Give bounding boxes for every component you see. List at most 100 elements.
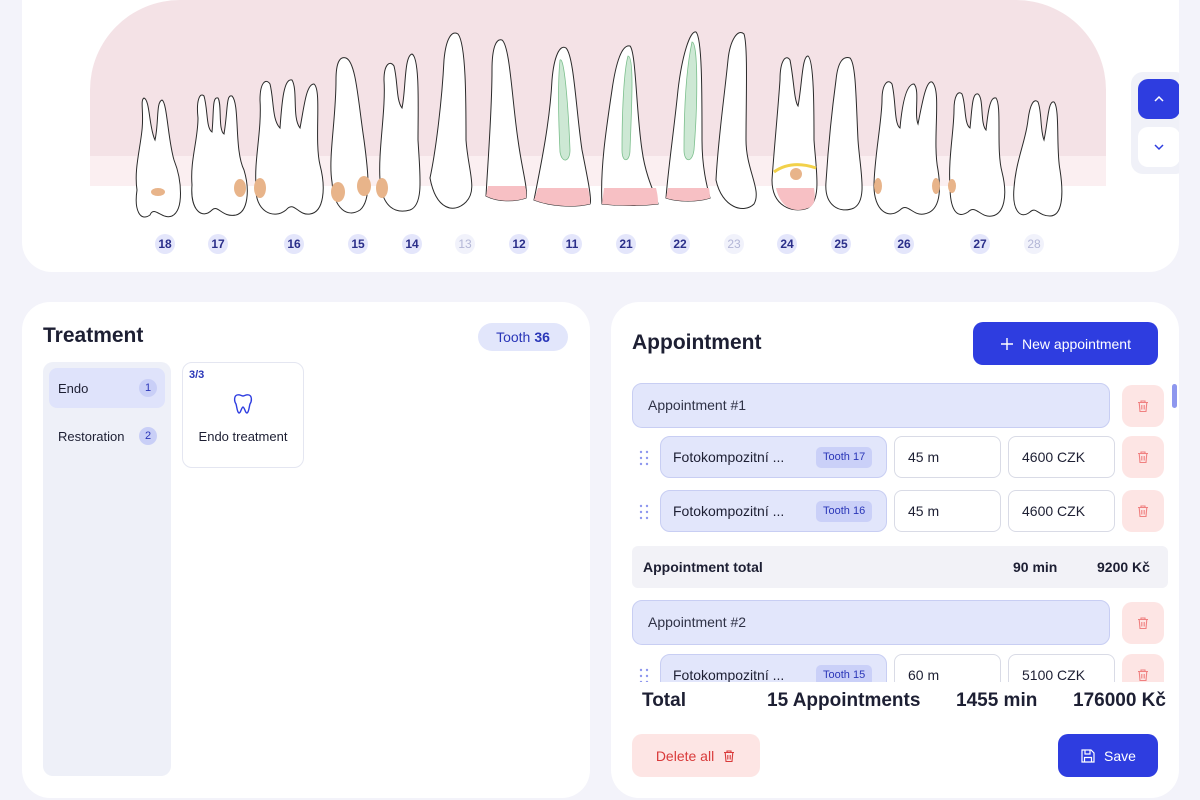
delete-appointment-button[interactable] xyxy=(1122,385,1164,427)
service-name: Fotokompozitní ... xyxy=(673,667,785,682)
duration-field[interactable]: 45 m xyxy=(894,436,1001,478)
trash-icon xyxy=(1138,669,1148,682)
treatment-category-list: Endo 1 Restoration 2 xyxy=(43,362,171,776)
trash-icon xyxy=(1138,451,1148,464)
new-appointment-button[interactable]: New appointment xyxy=(973,322,1158,365)
appointment-list-scrollbar[interactable] xyxy=(1172,384,1177,408)
dental-chart-panel: 18 17 16 15 14 13 12 11 21 22 23 24 25 26 27 28 xyxy=(22,0,1179,272)
appointment-subtotal-row: Appointment total 90 min 9200 Kč xyxy=(632,546,1168,588)
tooth-number-13[interactable]: 13 xyxy=(455,234,475,254)
tooth-26 xyxy=(873,81,940,215)
total-duration: 1455 min xyxy=(956,690,1038,711)
category-item-endo[interactable]: Endo 1 xyxy=(49,368,165,408)
total-label: Total xyxy=(642,690,686,711)
plus-icon xyxy=(1001,337,1014,350)
delete-item-button[interactable] xyxy=(1122,436,1164,478)
chevron-down-icon xyxy=(1154,144,1164,151)
category-label: Endo xyxy=(58,380,89,396)
delete-item-button[interactable] xyxy=(1122,490,1164,532)
chevron-up-icon xyxy=(1154,95,1164,102)
save-label: Save xyxy=(1104,747,1136,764)
tooth-number-21[interactable]: 21 xyxy=(616,234,636,254)
tooth-12 xyxy=(485,39,527,202)
trash-icon xyxy=(1138,400,1148,413)
appointment-header[interactable]: Appointment #2 xyxy=(632,600,1110,645)
tooth-number-17[interactable]: 17 xyxy=(208,234,228,254)
tooth-number-11[interactable]: 11 xyxy=(562,234,582,254)
subtotal-price: 9200 Kč xyxy=(1097,559,1150,575)
trash-icon xyxy=(1138,505,1148,518)
total-appointments: 15 Appointments xyxy=(767,690,921,711)
price-field[interactable]: 4600 CZK xyxy=(1008,490,1115,532)
trash-icon xyxy=(1138,617,1148,630)
service-tooth-badge: Tooth 17 xyxy=(816,447,873,468)
tooth-number-23[interactable]: 23 xyxy=(724,234,744,254)
tooth-badge-label: Tooth xyxy=(496,329,531,345)
tooth-24 xyxy=(771,55,818,211)
treatment-card-label: Endo treatment xyxy=(198,429,288,444)
category-item-restoration[interactable]: Restoration 2 xyxy=(49,416,165,456)
duration-field[interactable]: 60 m xyxy=(894,654,1001,682)
tooth-number-26[interactable]: 26 xyxy=(894,234,914,254)
tooth-number-27[interactable]: 27 xyxy=(970,234,990,254)
service-tooth-badge: Tooth 16 xyxy=(816,501,873,522)
grand-total-row: Total 15 Appointments 1455 min 176000 Kč xyxy=(611,688,1179,718)
tooth-number-28[interactable]: 28 xyxy=(1024,234,1044,254)
total-price: 176000 Kč xyxy=(1073,690,1166,711)
tooth-number-16[interactable]: 16 xyxy=(284,234,304,254)
service-pill[interactable]: Fotokompozitní ... Tooth 17 xyxy=(660,436,887,478)
tooth-icon xyxy=(233,394,253,414)
delete-all-label: Delete all xyxy=(655,747,715,764)
drag-handle-icon[interactable] xyxy=(639,668,649,682)
tooth-number-12[interactable]: 12 xyxy=(509,234,529,254)
drag-handle-icon[interactable] xyxy=(639,450,649,466)
tooth-13 xyxy=(429,32,473,209)
tooth-23 xyxy=(715,32,757,209)
tooth-16 xyxy=(255,79,324,215)
save-button[interactable]: Save xyxy=(1058,734,1158,777)
arch-down-button[interactable] xyxy=(1138,127,1179,167)
tooth-number-14[interactable]: 14 xyxy=(402,234,422,254)
delete-item-button[interactable] xyxy=(1122,654,1164,682)
service-pill[interactable]: Fotokompozitní ... Tooth 15 xyxy=(660,654,887,682)
category-count: 2 xyxy=(139,427,157,445)
arch-switch xyxy=(1131,72,1179,174)
tooth-number-25[interactable]: 25 xyxy=(831,234,851,254)
arch-up-button[interactable] xyxy=(1138,79,1179,119)
treatment-card-endo[interactable]: 3/3 Endo treatment xyxy=(182,362,304,468)
tooth-number-18[interactable]: 18 xyxy=(155,234,175,254)
delete-appointment-button[interactable] xyxy=(1122,602,1164,644)
appointment-list[interactable]: Appointment #1 Fotokompozitní ... Tooth … xyxy=(611,382,1179,682)
appointment-title: Appointment xyxy=(632,331,762,354)
appointment-header[interactable]: Appointment #1 xyxy=(632,383,1110,428)
treatment-card-count: 3/3 xyxy=(189,369,205,381)
duration-field[interactable]: 45 m xyxy=(894,490,1001,532)
tooth-28 xyxy=(1013,100,1063,217)
subtotal-duration: 90 min xyxy=(1013,559,1058,575)
tooth-25 xyxy=(825,57,863,211)
floppy-disk-icon xyxy=(1081,748,1095,763)
drag-handle-icon[interactable] xyxy=(639,504,649,520)
treatment-title: Treatment xyxy=(43,324,144,347)
category-count: 1 xyxy=(139,379,157,397)
price-field[interactable]: 4600 CZK xyxy=(1008,436,1115,478)
service-name: Fotokompozitní ... xyxy=(673,449,785,465)
treatment-panel: Treatment Tooth 36 Endo 1 Restoration 2 3… xyxy=(22,302,590,798)
delete-all-button[interactable]: Delete all xyxy=(632,734,760,777)
tooth-27 xyxy=(949,92,1006,217)
teeth-illustration xyxy=(135,31,1063,218)
tooth-badge-number: 36 xyxy=(534,329,550,345)
service-pill[interactable]: Fotokompozitní ... Tooth 16 xyxy=(660,490,887,532)
selected-tooth-badge: Tooth 36 xyxy=(478,323,568,351)
tooth-number-24[interactable]: 24 xyxy=(777,234,797,254)
tooth-number-22[interactable]: 22 xyxy=(670,234,690,254)
tooth-17 xyxy=(191,94,248,216)
price-field[interactable]: 5100 CZK xyxy=(1008,654,1115,682)
service-name: Fotokompozitní ... xyxy=(673,503,785,519)
category-label: Restoration xyxy=(58,428,125,444)
appointment-panel: Appointment New appointment Appointment … xyxy=(611,302,1179,798)
service-tooth-badge: Tooth 15 xyxy=(816,665,873,682)
trash-icon xyxy=(724,749,735,762)
tooth-number-15[interactable]: 15 xyxy=(348,234,368,254)
subtotal-label: Appointment total xyxy=(643,559,763,575)
